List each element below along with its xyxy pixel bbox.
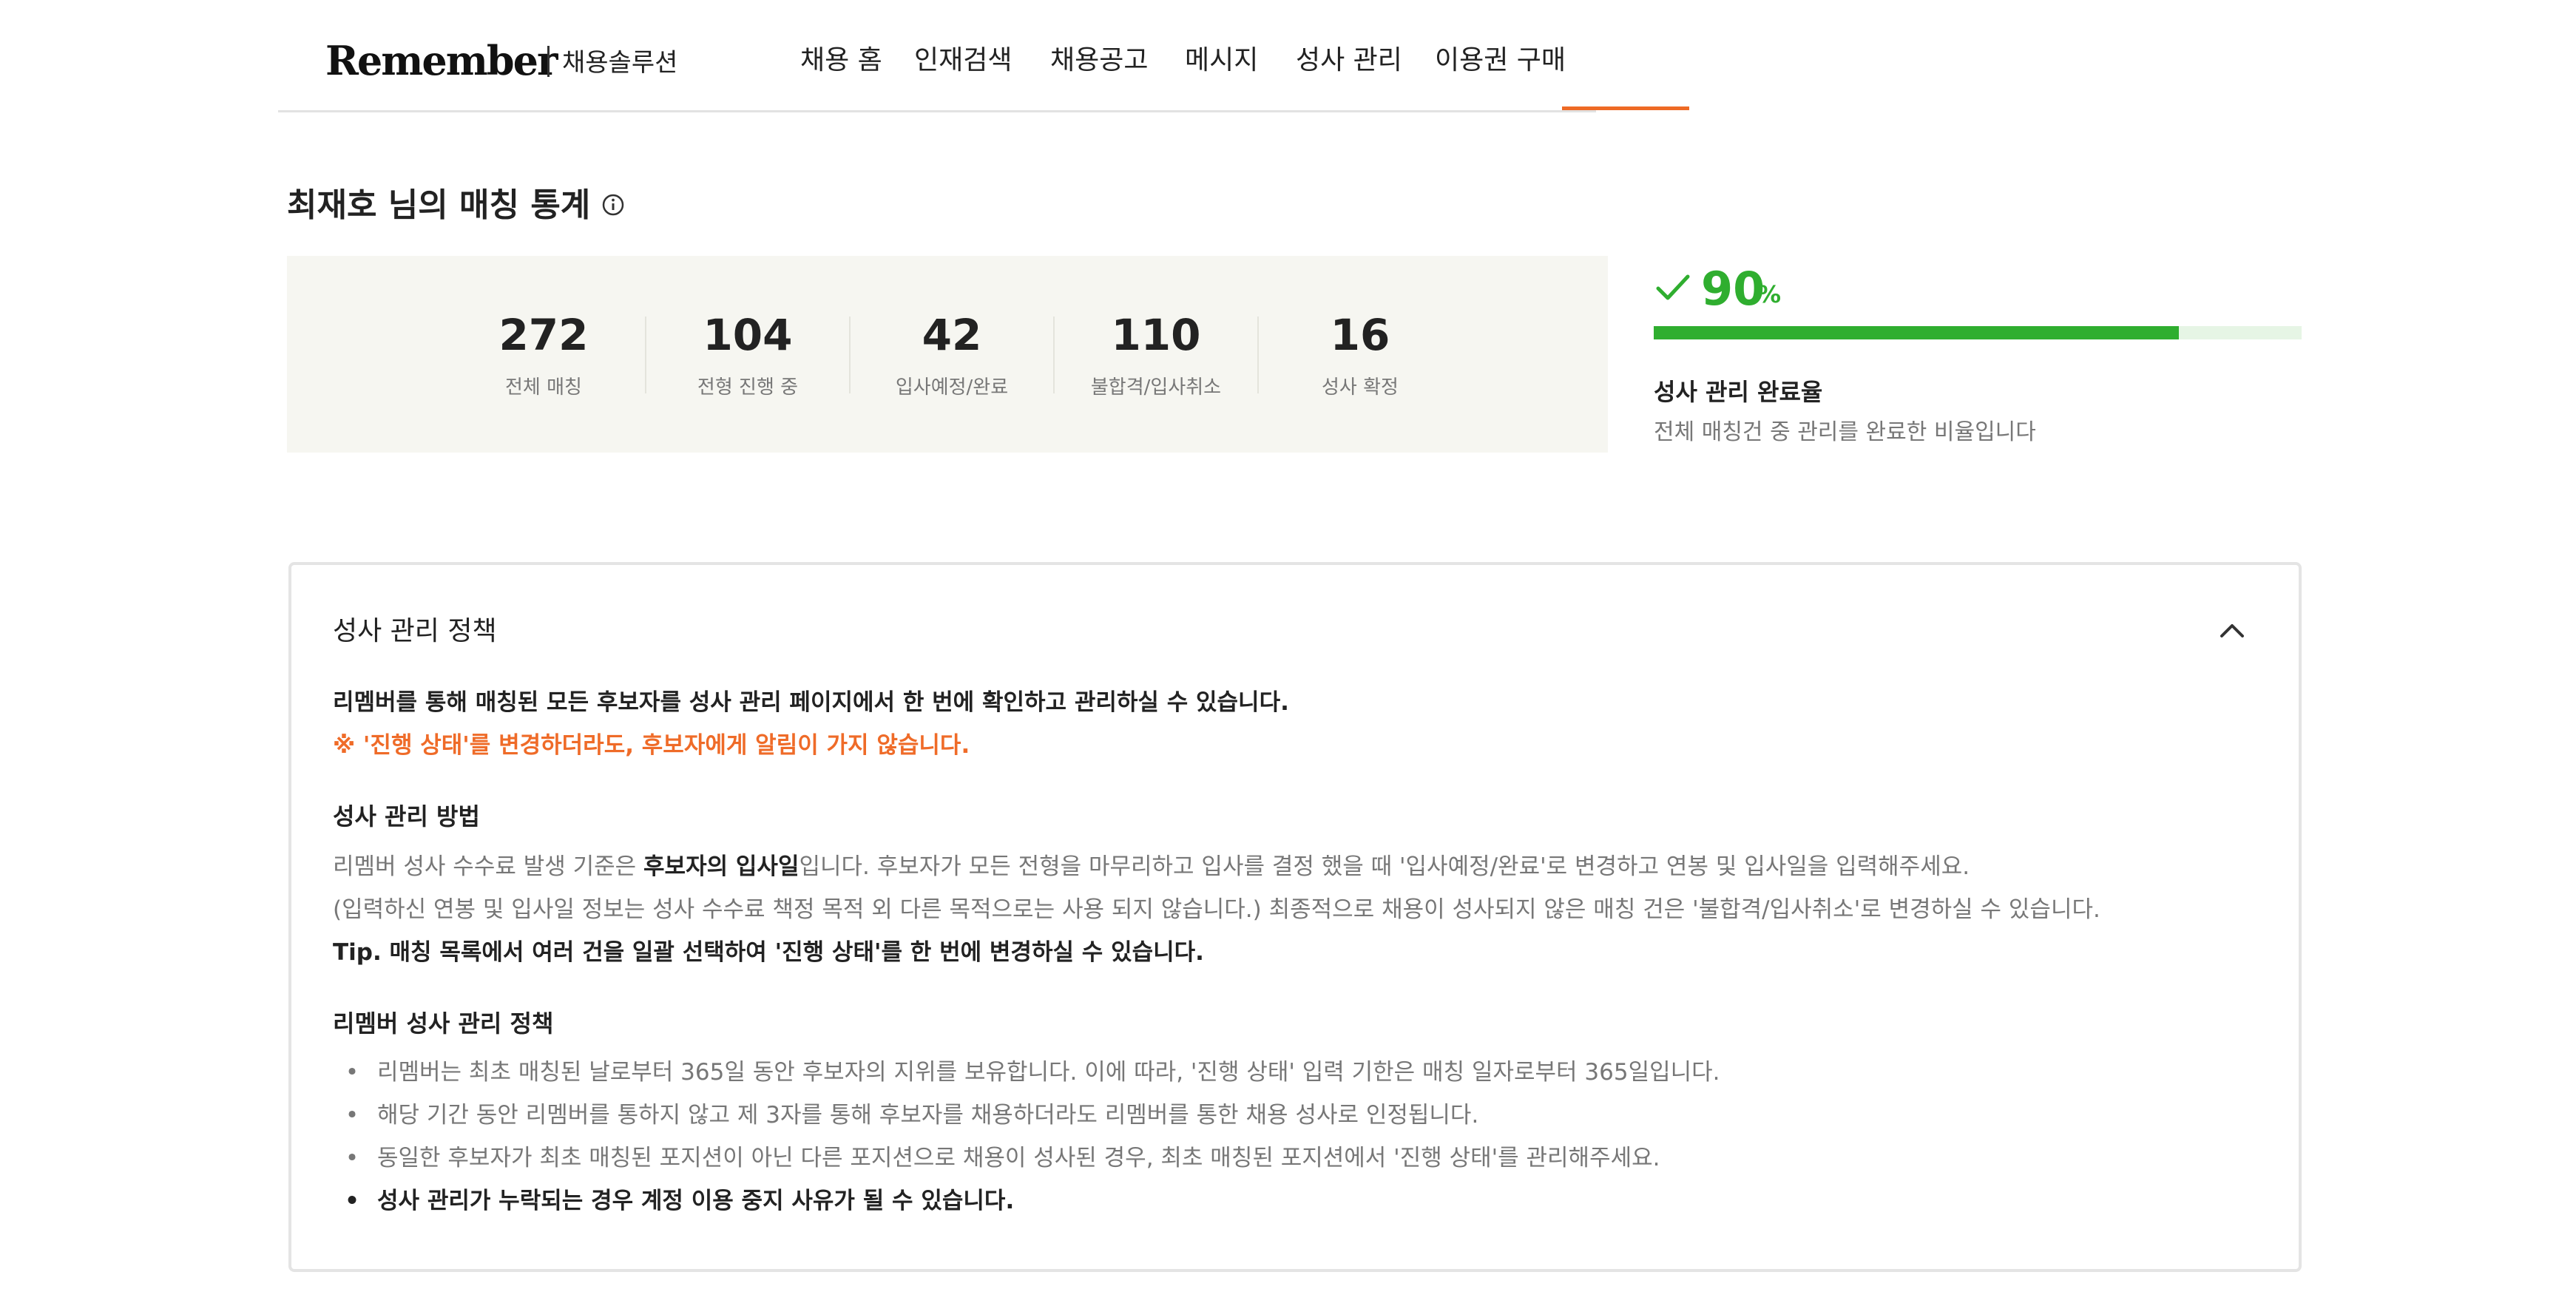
logo-subtitle: 채용솔루션	[562, 48, 678, 78]
hire-management-policy-panel: 성사 관리 정책 리멤버를 통해 매칭된 모든 후보자를 성사 관리 페이지에서…	[288, 562, 2302, 1272]
nav-job-postings[interactable]: 채용공고	[1050, 43, 1148, 78]
stat-value: 272	[498, 310, 589, 360]
method-tip: Tip. 매칭 목록에서 여러 건을 일괄 선택하여 '진행 상태'를 한 번에…	[333, 939, 1204, 966]
stat-value: 110	[1111, 310, 1201, 360]
check-icon	[1656, 274, 1690, 300]
rule-item: • 성사 관리가 누락되는 경우 계정 이용 중지 사유가 될 수 있습니다.	[343, 1185, 1014, 1217]
method-line-1-emphasis: 후보자의 입사일	[643, 853, 799, 880]
remember-logo[interactable]: Remember	[325, 37, 558, 84]
nav-recruit-home[interactable]: 채용 홈	[800, 43, 882, 78]
rule-text: 성사 관리가 누락되는 경우 계정 이용 중지 사유가 될 수 있습니다.	[377, 1188, 1015, 1214]
method-line-1-pre: 리멤버 성사 수수료 발생 기준은	[333, 853, 644, 880]
stat-value: 42	[922, 310, 982, 360]
matching-stats-panel: 272 전체 매칭 104 전형 진행 중 42 입사예정/완료 110 불합격…	[287, 256, 1608, 453]
stat-value: 104	[703, 310, 793, 360]
stat-label: 입사예정/완료	[895, 376, 1009, 399]
bullet-icon: •	[345, 1059, 359, 1086]
nav-hire-management[interactable]: 성사 관리	[1296, 43, 1402, 78]
rule-item: • 리멤버는 최초 매칭된 날로부터 365일 동안 후보자의 지위를 보유합니다…	[343, 1056, 1720, 1089]
info-circle-icon[interactable]	[601, 192, 626, 217]
method-line-1: 리멤버 성사 수수료 발생 기준은 후보자의 입사일입니다. 후보자가 모든 전…	[333, 850, 1970, 883]
completion-rate-unit: %	[1757, 280, 1782, 308]
bullet-icon: •	[345, 1102, 359, 1129]
stat-rejected: 110 불합격/입사취소	[1055, 256, 1257, 453]
completion-progress-fill	[1654, 326, 2179, 339]
method-line-1-post: 입니다. 후보자가 모든 전형을 마무리하고 입사를 결정 했을 때 '입사예정…	[799, 853, 1970, 880]
nav-purchase-pass[interactable]: 이용권 구매	[1435, 43, 1566, 78]
bullet-icon: •	[345, 1188, 359, 1214]
stat-label: 전체 매칭	[505, 376, 582, 399]
top-navigation-bar: Remember 채용솔루션 채용 홈 인재검색 채용공고 메시지 성사 관리 …	[278, 0, 1689, 112]
policy-title: 성사 관리 정책	[333, 616, 497, 646]
nav-messages[interactable]: 메시지	[1185, 43, 1258, 78]
completion-rate-title: 성사 관리 완료율	[1654, 378, 1823, 406]
policy-warning: ※ '진행 상태'를 변경하더라도, 후보자에게 알림이 가지 않습니다.	[333, 732, 970, 759]
bullet-icon: •	[345, 1145, 359, 1171]
policy-intro: 리멤버를 통해 매칭된 모든 후보자를 성사 관리 페이지에서 한 번에 확인하…	[333, 689, 1289, 716]
active-tab-indicator	[1562, 106, 1689, 110]
stat-label: 전형 진행 중	[697, 376, 799, 399]
nav-talent-search[interactable]: 인재검색	[914, 43, 1012, 78]
stat-total-matches: 272 전체 매칭	[442, 256, 645, 453]
rule-text: 동일한 후보자가 최초 매칭된 포지션이 아닌 다른 포지션으로 채용이 성사된…	[377, 1145, 1660, 1171]
method-line-2: (입력하신 연봉 및 입사일 정보는 성사 수수료 책정 목적 외 다른 목적으…	[333, 896, 2100, 923]
stat-in-progress: 104 전형 진행 중	[646, 256, 849, 453]
stat-joining: 42 입사예정/완료	[851, 256, 1053, 453]
completion-rate-description: 전체 매칭건 중 관리를 완료한 비율입니다	[1654, 419, 2036, 445]
rule-item: • 해당 기간 동안 리멤버를 통하지 않고 제 3자를 통해 후보자를 채용하더…	[343, 1099, 1478, 1131]
rule-text: 해당 기간 동안 리멤버를 통하지 않고 제 3자를 통해 후보자를 채용하더라…	[377, 1102, 1479, 1129]
chevron-up-icon[interactable]	[2213, 614, 2251, 646]
stat-confirmed: 16 성사 확정	[1259, 256, 1461, 453]
completion-progress-bar	[1654, 326, 2302, 339]
method-heading: 성사 관리 방법	[333, 802, 480, 830]
stat-value: 16	[1330, 310, 1390, 360]
stat-label: 불합격/입사취소	[1090, 376, 1222, 399]
rule-text: 리멤버는 최초 매칭된 날로부터 365일 동안 후보자의 지위를 보유합니다.…	[377, 1059, 1720, 1086]
completion-rate-value: 90	[1701, 262, 1765, 316]
rules-heading: 리멤버 성사 관리 정책	[333, 1009, 554, 1038]
logo-divider	[547, 46, 550, 77]
page-title: 최재호 님의 매칭 통계	[287, 186, 591, 224]
rule-item: • 동일한 후보자가 최초 매칭된 포지션이 아닌 다른 포지션으로 채용이 성사…	[343, 1142, 1660, 1174]
stat-label: 성사 확정	[1322, 376, 1399, 399]
